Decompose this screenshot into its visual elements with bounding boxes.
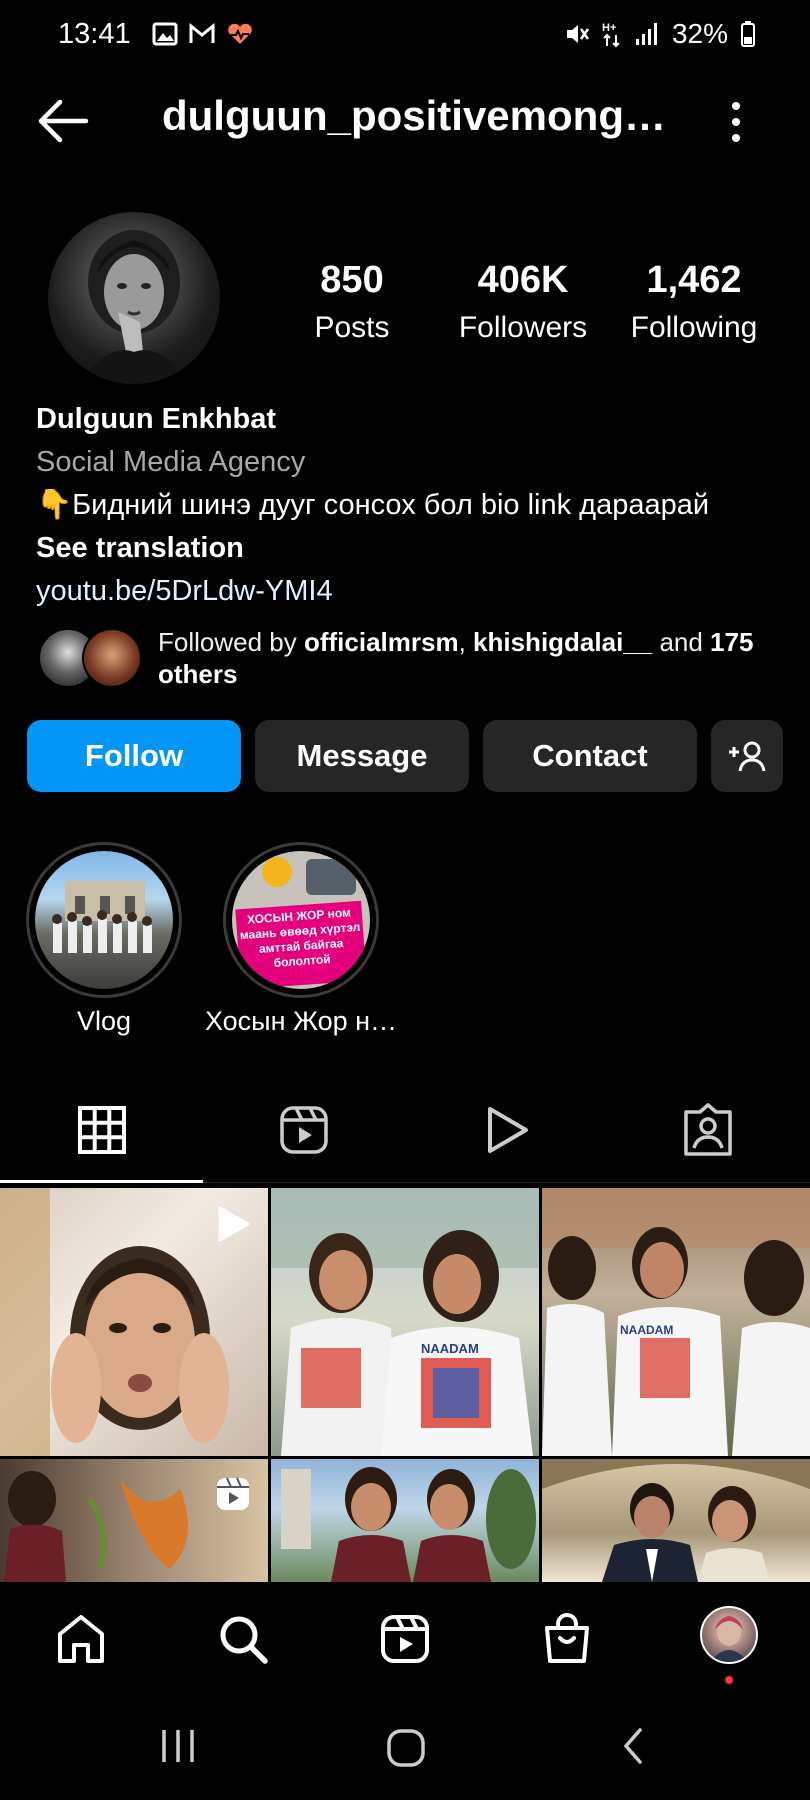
highlight-recipe-cover: ХОСЫН ЖОР ном маань өвөөд хүртэл амттай … (232, 851, 370, 989)
profile-nav-avatar[interactable] (700, 1606, 758, 1664)
add-person-icon (729, 741, 766, 772)
battery-percent: 32% (671, 18, 728, 49)
stat-following[interactable]: 1,462 Following (609, 258, 779, 350)
see-translation-link[interactable]: See translation (36, 527, 776, 570)
notification-dot (725, 1676, 733, 1684)
followers-count: 406K (477, 259, 569, 301)
reel-post-icon (217, 1477, 249, 1510)
followed-by-prefix: Followed by (158, 627, 304, 657)
followers-label: Followers (458, 311, 588, 344)
shop-icon[interactable] (540, 1612, 594, 1666)
posts-count: 850 (320, 259, 384, 301)
recipe-cover-text: ХОСЫН ЖОР ном маань өвөөд хүртэл амттай … (235, 900, 367, 989)
status-time: 13:41 (58, 18, 131, 50)
signal-icon (635, 23, 657, 45)
data-hplus-icon: H+ (602, 22, 620, 48)
home-button-icon[interactable] (384, 1726, 428, 1770)
followed-by-text[interactable]: Followed by officialmrsm, khishigdalai__… (158, 626, 778, 690)
followed-by-and: and (652, 627, 711, 657)
bio-link[interactable]: youtu.be/5DrLdw-YMI4 (36, 570, 776, 613)
status-bar: 13:41 H+ 32% (0, 0, 810, 70)
highlight-recipe-label: Хосын Жор н… (204, 1006, 398, 1036)
grid-posts-tab-icon[interactable] (72, 1100, 132, 1160)
following-count: 1,462 (646, 259, 742, 301)
posts-label: Posts (314, 311, 390, 344)
shirt-text-2: NAADAM (421, 1341, 479, 1356)
grid-post-6[interactable] (542, 1459, 810, 1582)
video-post-icon (218, 1206, 250, 1242)
stat-posts[interactable]: 850 Posts (267, 258, 437, 350)
profile-bio: Dulguun Enkhbat Social Media Agency 👇Бид… (36, 398, 776, 613)
grid-post-3[interactable]: NAADAM (542, 1188, 810, 1456)
health-heart-icon (228, 23, 252, 44)
mutual-avatar-2 (82, 628, 142, 688)
grid-post-2[interactable]: NAADAM (271, 1188, 539, 1456)
home-icon[interactable] (54, 1612, 108, 1666)
reels-icon[interactable] (378, 1612, 432, 1666)
search-icon[interactable] (216, 1612, 270, 1666)
bio-text: 👇Бидний шинэ дууг сонсох бол bio link да… (36, 489, 710, 521)
highlight-vlog[interactable] (26, 842, 182, 998)
notification-icons (152, 22, 254, 46)
system-back-icon[interactable] (618, 1726, 648, 1766)
videos-tab-icon[interactable] (476, 1100, 536, 1160)
profile-category: Social Media Agency (36, 446, 306, 478)
recent-apps-icon[interactable] (158, 1726, 198, 1766)
profile-avatar[interactable] (48, 212, 220, 384)
reels-tab-icon[interactable] (274, 1100, 334, 1160)
gallery-icon (152, 22, 178, 46)
suggested-accounts-button[interactable] (711, 720, 783, 792)
follow-button[interactable]: Follow (27, 720, 241, 792)
more-options-icon[interactable] (722, 98, 750, 146)
profile-username: dulguun_positivemongo… (162, 92, 682, 139)
profile-photo (78, 230, 190, 384)
grid-post-4[interactable] (0, 1459, 268, 1582)
highlight-vlog-label: Vlog (76, 1006, 132, 1036)
contact-button[interactable]: Contact (483, 720, 697, 792)
shirt-text-3: NAADAM (620, 1323, 673, 1337)
svg-text:H+: H+ (602, 22, 616, 34)
message-button[interactable]: Message (255, 720, 469, 792)
highlight-recipe[interactable]: ХОСЫН ЖОР ном маань өвөөд хүртэл амттай … (223, 842, 379, 998)
mute-icon (566, 25, 589, 43)
followed-by-separator: , (458, 627, 474, 657)
battery-icon (741, 21, 755, 47)
grid-post-1[interactable] (0, 1188, 268, 1456)
stat-followers[interactable]: 406K Followers (438, 258, 608, 350)
mutual-user-1: officialmrsm (303, 627, 459, 657)
display-name: Dulguun Enkhbat (36, 403, 277, 435)
highlight-vlog-cover (35, 851, 173, 989)
back-arrow-icon[interactable] (36, 96, 90, 146)
gmail-icon (189, 22, 215, 43)
grid-post-5[interactable] (271, 1459, 539, 1582)
following-label: Following (630, 311, 758, 344)
tagged-tab-icon[interactable] (678, 1100, 738, 1160)
mutual-followers-avatars[interactable] (38, 628, 142, 688)
active-tab-indicator (0, 1180, 203, 1183)
system-status: H+ 32% (564, 18, 756, 50)
mutual-user-2: khishigdalai__ (473, 627, 653, 657)
